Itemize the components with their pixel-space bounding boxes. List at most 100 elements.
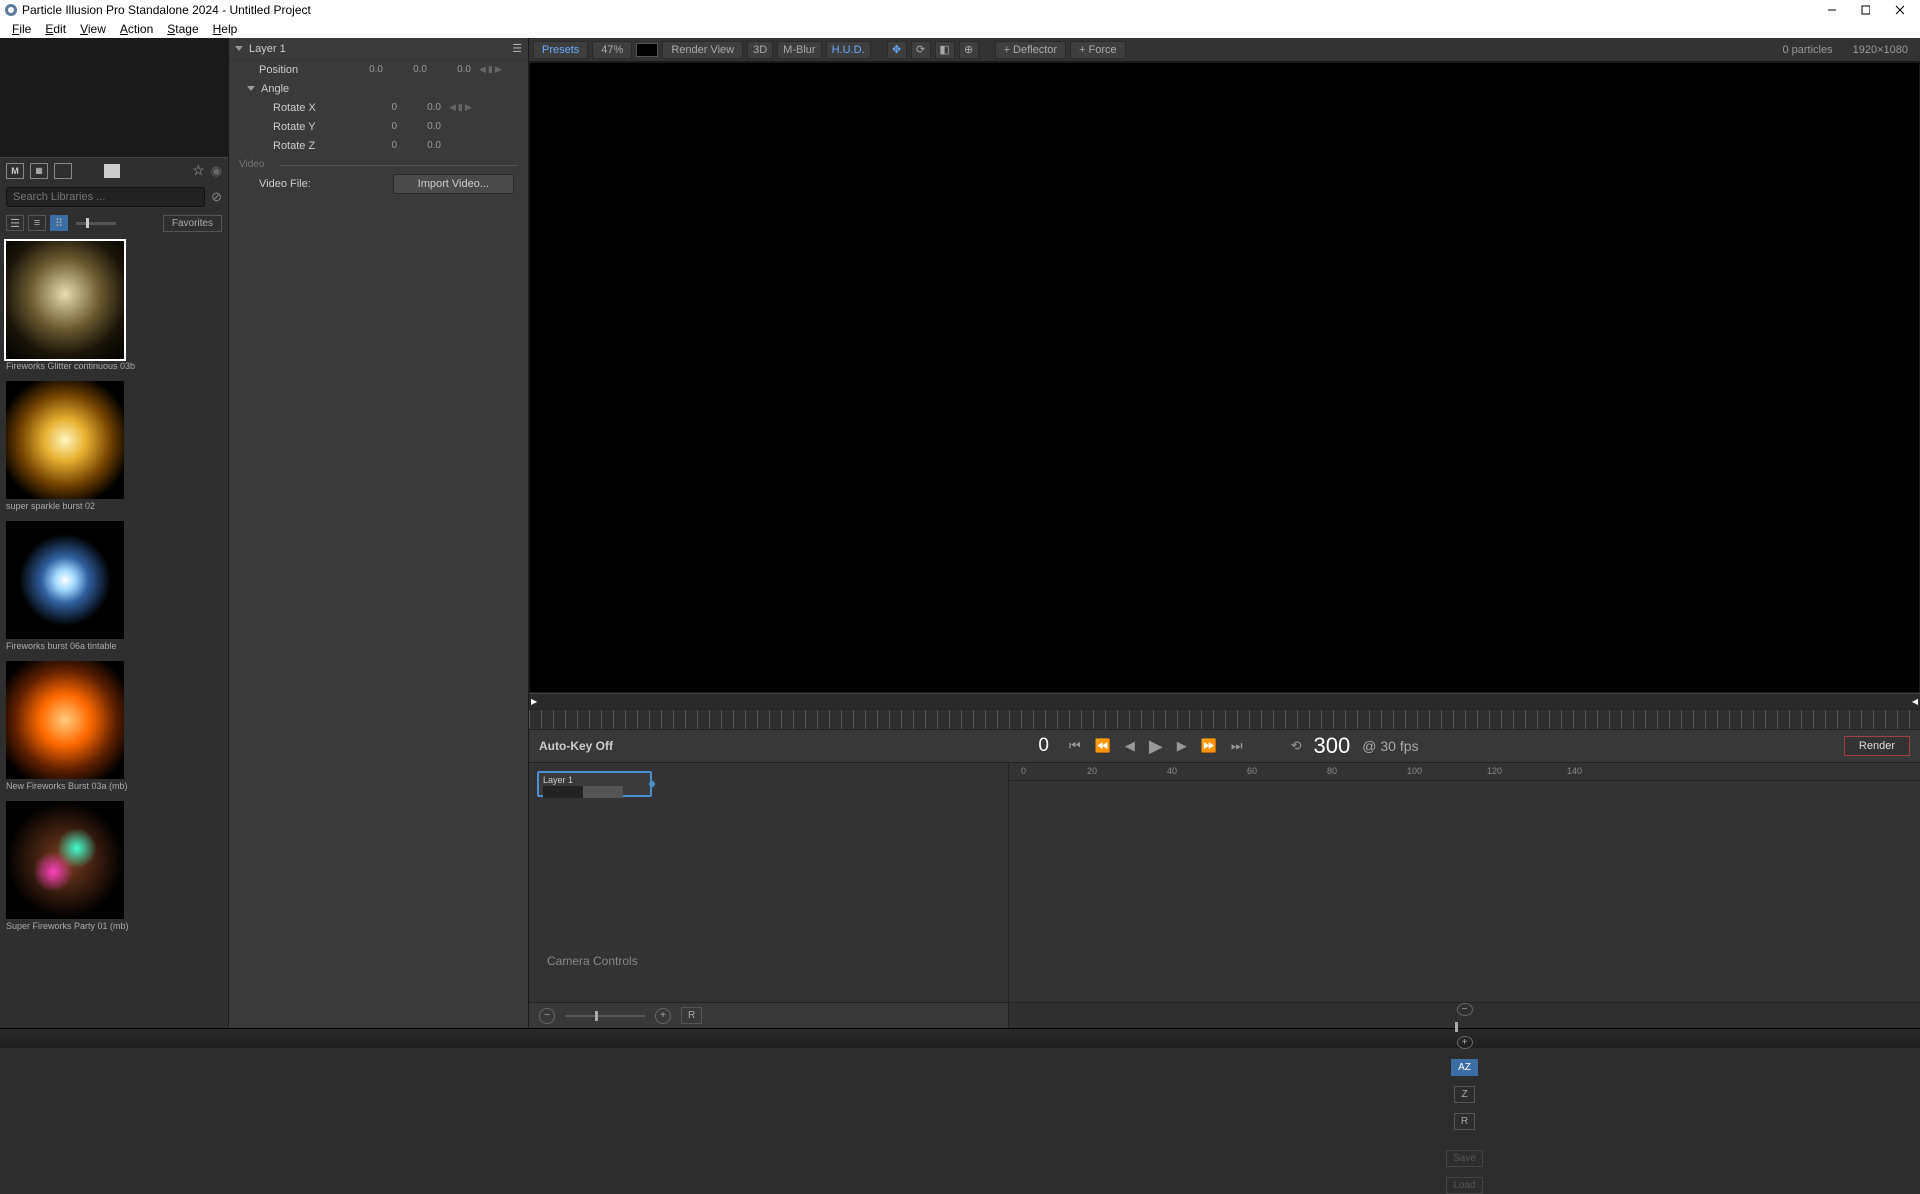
library-item-label: Super Fireworks Party 01 (mb) bbox=[6, 921, 222, 931]
library-mode-square-icon[interactable] bbox=[54, 163, 72, 179]
library-mode-film-icon[interactable]: ▦ bbox=[30, 163, 48, 179]
zoom-out-icon[interactable]: − bbox=[1457, 1003, 1473, 1016]
import-video-button[interactable]: Import Video... bbox=[393, 174, 514, 194]
scale-tool-icon[interactable]: ◧ bbox=[935, 41, 955, 59]
render-view-button[interactable]: Render View bbox=[662, 41, 743, 59]
position-y[interactable]: 0.0 bbox=[383, 64, 427, 75]
rotate-tool-icon[interactable]: ⟳ bbox=[911, 41, 931, 59]
menu-stage[interactable]: Stage bbox=[161, 21, 204, 37]
favorites-button[interactable]: Favorites bbox=[163, 215, 222, 232]
play-icon[interactable]: ▶ bbox=[1149, 736, 1163, 757]
next-key-icon[interactable]: ▶ bbox=[465, 102, 472, 113]
rotate-y-v2[interactable]: 0.0 bbox=[397, 121, 441, 132]
rotate-z-v1[interactable]: 0 bbox=[353, 140, 397, 151]
position-z[interactable]: 0.0 bbox=[427, 64, 471, 75]
next-key-icon[interactable]: ▶ bbox=[495, 64, 502, 75]
zoom-out-icon[interactable]: − bbox=[539, 1008, 555, 1024]
expand-icon[interactable] bbox=[247, 86, 255, 91]
3d-button[interactable]: 3D bbox=[747, 41, 773, 59]
library-item[interactable]: super sparkle burst 02 bbox=[6, 381, 222, 511]
menu-view[interactable]: View bbox=[74, 21, 112, 37]
key-icon[interactable]: ▮ bbox=[488, 64, 493, 75]
world-tool-icon[interactable]: ⊕ bbox=[959, 41, 979, 59]
bg-color-swatch[interactable] bbox=[636, 43, 658, 57]
rotate-x-v2[interactable]: 0.0 bbox=[397, 102, 441, 113]
clear-search-icon[interactable]: ⊘ bbox=[211, 189, 222, 205]
step-fwd-icon[interactable]: ▶ bbox=[1177, 738, 1187, 754]
zoom-in-icon[interactable]: + bbox=[655, 1008, 671, 1024]
prev-key-icon[interactable]: ◀ bbox=[449, 102, 456, 113]
library-search-input[interactable] bbox=[6, 187, 205, 207]
step-back-fast-icon[interactable]: ⏪ bbox=[1095, 738, 1111, 754]
add-force-button[interactable]: + Force bbox=[1070, 41, 1126, 59]
minimize-button[interactable] bbox=[1826, 3, 1840, 17]
az-button[interactable]: AZ bbox=[1451, 1059, 1478, 1076]
library-item-label: Fireworks burst 06a tintable bbox=[6, 641, 222, 651]
library-item[interactable]: New Fireworks Burst 03a (mb) bbox=[6, 661, 222, 791]
expand-icon[interactable] bbox=[235, 46, 243, 51]
rotate-y-v1[interactable]: 0 bbox=[353, 121, 397, 132]
menu-help[interactable]: Help bbox=[207, 21, 244, 37]
prev-key-icon[interactable]: ◀ bbox=[479, 64, 486, 75]
render-button[interactable]: Render bbox=[1844, 736, 1910, 756]
close-button[interactable] bbox=[1894, 3, 1908, 17]
presets-button[interactable]: Presets bbox=[533, 41, 588, 59]
mblur-button[interactable]: M-Blur bbox=[777, 41, 821, 59]
library-mode-m[interactable]: M bbox=[6, 163, 24, 179]
node-output-icon[interactable] bbox=[649, 781, 655, 787]
zoom-in-icon[interactable]: + bbox=[1457, 1036, 1473, 1049]
current-frame[interactable]: 0 bbox=[1018, 735, 1069, 757]
node-zoom-slider[interactable] bbox=[565, 1015, 645, 1017]
library-panel: M ▦ ☆ ◉ ⊘ ☰ ≡ ⠿ Favorites Fireworks Glit… bbox=[0, 38, 229, 1028]
camera-controls-label: Camera Controls bbox=[537, 948, 648, 974]
library-stop-icon[interactable] bbox=[104, 164, 120, 178]
thumb-size-slider[interactable] bbox=[76, 222, 116, 225]
range-start-handle[interactable] bbox=[531, 696, 537, 707]
library-item[interactable]: Fireworks burst 06a tintable bbox=[6, 521, 222, 651]
hud-button[interactable]: H.U.D. bbox=[826, 41, 871, 59]
range-end-handle[interactable] bbox=[1912, 696, 1918, 707]
camera-icon[interactable]: ◉ bbox=[211, 163, 222, 179]
time-ruler[interactable] bbox=[529, 709, 1920, 729]
menu-edit[interactable]: Edit bbox=[39, 21, 72, 37]
library-item-label: Fireworks Glitter continuous 03b bbox=[6, 361, 222, 371]
viewport[interactable] bbox=[529, 62, 1920, 693]
position-x[interactable]: 0.0 bbox=[339, 64, 383, 75]
menu-file[interactable]: File bbox=[6, 21, 37, 37]
library-thumb bbox=[6, 661, 124, 779]
step-back-icon[interactable]: ◀ bbox=[1125, 738, 1135, 754]
load-button[interactable]: Load bbox=[1446, 1177, 1482, 1194]
step-fwd-fast-icon[interactable]: ⏩ bbox=[1201, 738, 1217, 754]
goto-start-icon[interactable]: ⏮ bbox=[1069, 738, 1081, 754]
view-grid-icon[interactable]: ⠿ bbox=[50, 215, 68, 231]
zoom-value[interactable]: 47% bbox=[592, 41, 632, 59]
goto-end-icon[interactable]: ⏭ bbox=[1231, 738, 1243, 754]
move-tool-icon[interactable]: ✥ bbox=[887, 41, 907, 59]
library-item[interactable]: Super Fireworks Party 01 (mb) bbox=[6, 801, 222, 931]
reset-button[interactable]: R bbox=[1454, 1113, 1475, 1130]
loop-icon[interactable]: ⟲ bbox=[1291, 738, 1302, 754]
menu-action[interactable]: Action bbox=[114, 21, 159, 37]
save-button[interactable]: Save bbox=[1446, 1150, 1483, 1167]
view-detail-icon[interactable]: ≡ bbox=[28, 215, 46, 231]
view-list-icon[interactable]: ☰ bbox=[6, 215, 24, 231]
star-icon[interactable]: ☆ bbox=[192, 162, 205, 179]
layer-name[interactable]: Layer 1 bbox=[249, 43, 286, 55]
graph-panel[interactable]: 0 20 40 60 80 100 120 140 bbox=[1009, 763, 1920, 1002]
autokey-toggle[interactable]: Auto-Key Off bbox=[539, 739, 613, 753]
end-frame[interactable]: 300 bbox=[1302, 733, 1363, 759]
timeline: Auto-Key Off 0 ⏮ ⏪ ◀ ▶ ▶ ⏩ ⏭ ⟲ 300 @ 30 … bbox=[529, 693, 1920, 1028]
rotate-z-v2[interactable]: 0.0 bbox=[397, 140, 441, 151]
node-panel[interactable]: Layer 1 Camera Controls bbox=[529, 763, 1009, 1002]
add-deflector-button[interactable]: + Deflector bbox=[995, 41, 1067, 59]
z-button[interactable]: Z bbox=[1454, 1086, 1474, 1103]
layer-menu-icon[interactable]: ☰ bbox=[512, 42, 522, 55]
layer-node[interactable]: Layer 1 bbox=[537, 771, 652, 797]
rotate-x-v1[interactable]: 0 bbox=[353, 102, 397, 113]
key-icon[interactable]: ▮ bbox=[458, 102, 463, 113]
reset-button[interactable]: R bbox=[681, 1007, 702, 1024]
titlebar: Particle Illusion Pro Standalone 2024 - … bbox=[0, 0, 1920, 20]
library-item[interactable]: Fireworks Glitter continuous 03b bbox=[6, 241, 222, 371]
maximize-button[interactable] bbox=[1860, 3, 1874, 17]
video-section: Video bbox=[229, 155, 528, 174]
